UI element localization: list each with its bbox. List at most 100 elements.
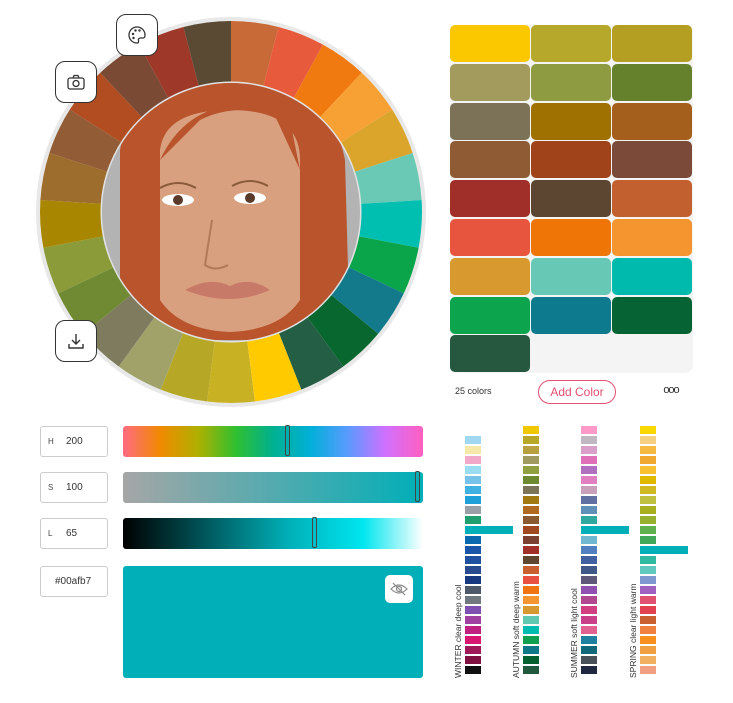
palette-cell[interactable] [640,546,688,554]
palette-cell[interactable] [581,526,629,534]
color-swatch[interactable] [531,63,611,101]
palette-cell[interactable] [465,446,481,454]
palette-cell[interactable] [523,486,539,494]
palette-cell[interactable] [465,506,481,514]
palette-cell[interactable] [581,616,597,624]
palette-cell[interactable] [581,516,597,524]
palette-cell[interactable] [523,596,539,604]
palette-cell[interactable] [581,606,597,614]
palette-cell[interactable] [640,636,656,644]
hue-field[interactable]: H 200 [40,426,108,457]
camera-button[interactable] [55,61,97,103]
palette-cell[interactable] [523,546,539,554]
palette-cell[interactable] [640,586,656,594]
color-swatch[interactable] [450,102,530,140]
palette-cell[interactable] [640,446,656,454]
palette-cell[interactable] [523,656,539,664]
palette-cell[interactable] [581,506,597,514]
palette-cell[interactable] [640,426,656,434]
palette-cell[interactable] [581,426,597,434]
wheel-segment[interactable] [207,339,255,403]
hue-slider-handle[interactable] [285,425,291,456]
add-color-button[interactable]: Add Color [538,380,616,404]
palette-cell[interactable] [523,426,539,434]
palette-cell[interactable] [581,576,597,584]
palette-cell[interactable] [640,606,656,614]
palette-cell[interactable] [523,666,539,674]
color-swatch[interactable] [531,296,611,334]
palette-cell[interactable] [523,446,539,454]
palette-cell[interactable] [640,496,656,504]
color-swatch[interactable] [612,63,692,101]
palette-cell[interactable] [581,486,597,494]
palette-cell[interactable] [465,616,481,624]
palette-cell[interactable] [523,636,539,644]
color-swatch[interactable] [612,180,692,218]
color-swatch[interactable] [450,63,530,101]
palette-cell[interactable] [640,556,656,564]
palette-cell[interactable] [465,596,481,604]
palette-cell[interactable] [640,436,656,444]
palette-cell[interactable] [523,646,539,654]
palette-cell[interactable] [640,596,656,604]
palette-cell[interactable] [465,456,481,464]
color-swatch[interactable] [531,141,611,179]
palette-cell[interactable] [523,536,539,544]
color-swatch[interactable] [612,219,692,256]
palette-cell[interactable] [640,566,656,574]
palette-cell[interactable] [523,576,539,584]
color-swatch[interactable] [450,335,530,373]
palette-cell[interactable] [465,666,481,674]
palette-cell[interactable] [523,606,539,614]
palette-cell[interactable] [523,586,539,594]
palette-cell[interactable] [581,496,597,504]
palette-cell[interactable] [581,646,597,654]
palette-cell[interactable] [523,616,539,624]
palette-cell[interactable] [465,436,481,444]
palette-cell[interactable] [523,466,539,474]
palette-cell[interactable] [523,566,539,574]
hue-slider[interactable] [123,425,423,457]
palette-cell[interactable] [581,596,597,604]
palette-cell[interactable] [581,466,597,474]
palette-cell[interactable] [581,476,597,484]
color-swatch[interactable] [531,102,611,140]
download-button[interactable] [55,320,97,362]
color-swatch[interactable] [450,180,530,218]
palette-button[interactable] [116,14,158,56]
color-swatch[interactable] [612,141,692,179]
palette-cell[interactable] [640,466,656,474]
more-options-button[interactable]: ooo [656,380,686,400]
palette-cell[interactable] [523,506,539,514]
palette-cell[interactable] [581,546,597,554]
palette-cell[interactable] [465,656,481,664]
palette-cell[interactable] [581,636,597,644]
palette-cell[interactable] [640,536,656,544]
color-swatch[interactable] [612,25,692,62]
palette-cell[interactable] [465,526,513,534]
color-swatch[interactable] [450,219,530,256]
palette-cell[interactable] [465,546,481,554]
palette-cell[interactable] [523,526,539,534]
color-swatch[interactable] [450,141,530,179]
palette-cell[interactable] [640,526,656,534]
palette-cell[interactable] [465,606,481,614]
palette-cell[interactable] [465,466,481,474]
hex-field[interactable]: #00afb7 [40,566,108,597]
color-swatch[interactable] [531,219,611,256]
palette-cell[interactable] [581,656,597,664]
palette-cell[interactable] [465,426,481,434]
palette-cell[interactable] [581,536,597,544]
lightness-slider[interactable] [123,517,423,549]
palette-cell[interactable] [581,436,597,444]
palette-cell[interactable] [640,626,656,634]
palette-cell[interactable] [640,506,656,514]
palette-cell[interactable] [640,646,656,654]
palette-cell[interactable] [640,576,656,584]
palette-cell[interactable] [523,436,539,444]
lightness-slider-handle[interactable] [311,517,317,548]
palette-cell[interactable] [640,456,656,464]
palette-cell[interactable] [465,566,481,574]
palette-cell[interactable] [581,456,597,464]
palette-cell[interactable] [581,566,597,574]
